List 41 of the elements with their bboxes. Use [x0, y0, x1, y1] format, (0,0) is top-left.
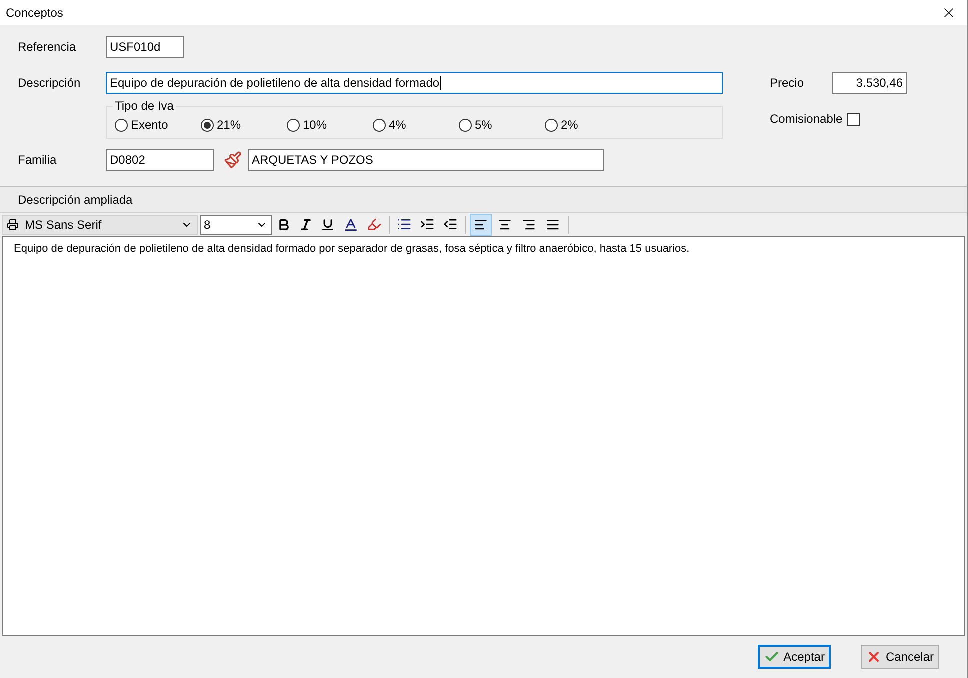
section-tab[interactable]: Descripción ampliada — [18, 190, 133, 208]
font-color-icon[interactable] — [343, 216, 359, 232]
align-center-icon — [498, 218, 512, 232]
font-icon — [7, 218, 19, 230]
outdent-icon[interactable] — [443, 217, 458, 232]
italic-icon[interactable] — [299, 218, 313, 232]
editor-text: Equipo de depuración de polietileno de alta densidad formado por separador de grasas, fosa séptica y filtro anaeróbico, hasta 15 usuarios. — [14, 243, 690, 255]
description-field[interactable]: Equipo de depuración de polietileno de alta densidad formado — [106, 72, 723, 94]
bullet-list-icon[interactable] — [397, 217, 412, 232]
size-select[interactable]: 8 — [200, 214, 272, 234]
brush-icon[interactable] — [224, 151, 242, 169]
field-label: Comisionable — [770, 111, 843, 128]
field-label: Precio — [770, 75, 806, 92]
vat-radio[interactable]: 2% — [545, 116, 631, 134]
align-justify-icon — [546, 218, 560, 232]
align-button[interactable] — [470, 214, 492, 236]
family-code-field[interactable]: D0802 — [106, 149, 214, 171]
vat-radio[interactable]: 4% — [373, 116, 459, 134]
vat-radio[interactable]: 5% — [459, 116, 545, 134]
reference-field[interactable]: USF010d — [106, 36, 184, 58]
align-left-icon — [474, 218, 488, 232]
highlighter-icon[interactable] — [367, 217, 382, 232]
indent-icon[interactable] — [420, 217, 435, 232]
underline-icon[interactable] — [321, 218, 335, 232]
group-label: Tipo de Iva — [113, 99, 176, 113]
cancel-button[interactable]: Cancelar — [860, 645, 939, 669]
field-label: Referencia — [17, 39, 78, 56]
field-label: Familia — [17, 152, 58, 169]
commission-checkbox[interactable] — [846, 112, 860, 126]
bold-icon[interactable] — [277, 218, 291, 232]
align-right-icon — [522, 218, 536, 232]
vat-radio[interactable]: 10% — [287, 116, 373, 134]
field-label: Descripción — [17, 75, 82, 92]
window-title: Conceptos — [6, 4, 64, 22]
vat-radio[interactable]: Exento — [115, 116, 201, 134]
accept-button[interactable]: Aceptar — [758, 645, 831, 669]
font-select[interactable]: MS Sans Serif — [2, 214, 198, 234]
rich-text-editor[interactable]: Equipo de depuración de polietileno de alta densidad formado por separador de grasas, fosa séptica y filtro anaeróbico, hasta 15 usuarios. — [2, 236, 965, 636]
price-field[interactable]: 3.530,46 — [832, 72, 907, 94]
vat-radio[interactable]: 21% — [201, 116, 287, 134]
family-name-field[interactable]: ARQUETAS Y POZOS — [248, 149, 604, 171]
